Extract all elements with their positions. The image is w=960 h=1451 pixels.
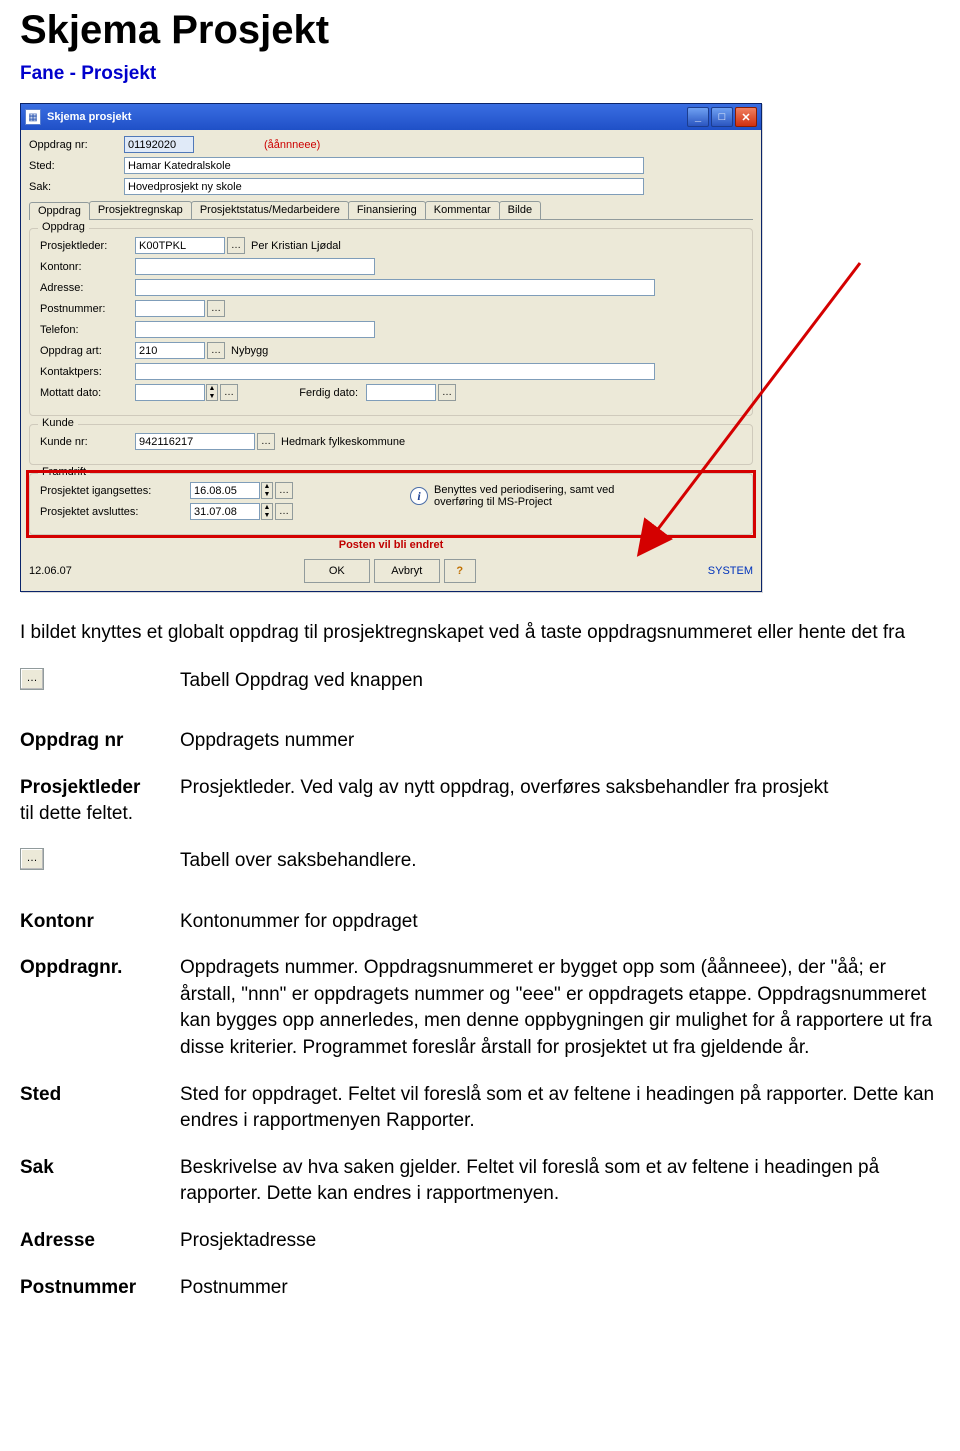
legend-oppdrag: Oppdrag [38,221,89,233]
ferdig-dato-input[interactable] [366,384,436,401]
avbryt-button[interactable]: Avbryt [374,559,440,583]
kundenr-lookup[interactable]: … [257,433,275,450]
footer-system: SYSTEM [708,565,753,577]
mottatt-dato-spinner[interactable]: ▲▼ [206,384,218,401]
def-sted: Sted for oppdraget. Feltet vil foreslå s… [180,1078,940,1151]
legend-kunde: Kunde [38,417,78,429]
sak-input[interactable] [124,178,644,195]
tab-strip: Oppdrag Prosjektregnskap Prosjektstatus/… [29,201,753,220]
term-sted: Sted [20,1078,180,1151]
def-lookup-saksbehandlere: Tabell over saksbehandlere. [180,844,940,905]
label-kontonr: Kontonr: [40,261,135,273]
label-kontaktpers: Kontaktpers: [40,366,135,378]
kontaktpers-input[interactable] [135,363,655,380]
def-kontonr: Kontonummer for oppdraget [180,905,940,952]
definition-table: … Tabell Oppdrag ved knappen Oppdrag nr … [20,664,940,1318]
term-postnummer: Postnummer [20,1271,180,1318]
group-oppdrag: Oppdrag Prosjektleder: … Per Kristian Lj… [29,228,753,416]
oppdrag-art-lookup[interactable]: … [207,342,225,359]
sted-input[interactable] [124,157,644,174]
def-lookup-oppdrag: Tabell Oppdrag ved knappen [180,664,940,725]
window-title: Skjema prosjekt [47,111,685,123]
kundenr-input[interactable] [135,433,255,450]
ok-button[interactable]: OK [304,559,370,583]
tab-kommentar[interactable]: Kommentar [425,201,500,219]
tab-oppdrag[interactable]: Oppdrag [29,202,90,220]
term-prosjektleder: Prosjektleder til dette feltet. [20,771,180,844]
label-sted: Sted: [29,160,124,172]
lookup-icon: … [20,668,44,690]
label-oppdrag-art: Oppdrag art: [40,345,135,357]
oppdrag-art-input[interactable] [135,342,205,359]
def-sak: Beskrivelse av hva saken gjelder. Feltet… [180,1151,940,1224]
tab-name-heading: Fane - Prosjekt [20,63,940,85]
maximize-button[interactable]: □ [711,107,733,127]
tab-bilde[interactable]: Bilde [499,201,541,219]
label-mottatt-dato: Mottatt dato: [40,387,135,399]
tab-finansiering[interactable]: Finansiering [348,201,426,219]
adresse-input[interactable] [135,279,655,296]
oppdrag-art-name: Nybygg [231,345,268,357]
titlebar[interactable]: ▦ Skjema prosjekt _ □ ✕ [21,104,761,130]
footer-date: 12.06.07 [29,565,72,577]
prosjektleder-input[interactable] [135,237,225,254]
tab-prosjektstatus[interactable]: Prosjektstatus/Medarbeidere [191,201,349,219]
def-prosjektleder: Prosjektleder. Ved valg av nytt oppdrag,… [180,771,940,844]
status-message: Posten vil bli endret [29,539,753,551]
label-ferdig-dato: Ferdig dato: [278,387,358,399]
tab-prosjektregnskap[interactable]: Prosjektregnskap [89,201,192,219]
term-sak: Sak [20,1151,180,1224]
label-adresse: Adresse: [40,282,135,294]
label-oppdrag-nr: Oppdrag nr: [29,139,124,151]
label-telefon: Telefon: [40,324,135,336]
kundenr-name: Hedmark fylkeskommune [281,436,405,448]
postnr-lookup[interactable]: … [207,300,225,317]
mottatt-dato-lookup[interactable]: … [220,384,238,401]
window-skjema-prosjekt: ▦ Skjema prosjekt _ □ ✕ Oppdrag nr: (åån… [20,103,762,592]
oppdrag-nr-input[interactable] [124,136,194,153]
term-oppdragnr: Oppdragnr. [20,951,180,1077]
term-oppdrag-nr: Oppdrag nr [20,724,180,771]
label-postnr: Postnummer: [40,303,135,315]
prosjektleder-lookup[interactable]: … [227,237,245,254]
def-oppdragnr: Oppdragets nummer. Oppdragsnummeret er b… [180,951,940,1077]
kontonr-input[interactable] [135,258,375,275]
term-adresse: Adresse [20,1224,180,1271]
prosjektleder-name: Per Kristian Ljødal [251,240,341,252]
oppdrag-nr-hint: (åånnneee) [264,139,320,151]
ferdig-dato-lookup[interactable]: … [438,384,456,401]
group-kunde: Kunde Kunde nr: … Hedmark fylkeskommune [29,424,753,465]
label-sak: Sak: [29,181,124,193]
close-button[interactable]: ✕ [735,107,757,127]
intro-text: I bildet knyttes et globalt oppdrag til … [20,620,940,646]
page-title: Skjema Prosjekt [20,8,940,53]
minimize-button[interactable]: _ [687,107,709,127]
annotation-red-box [26,470,756,538]
telefon-input[interactable] [135,321,375,338]
term-kontonr: Kontonr [20,905,180,952]
help-button[interactable]: ? [444,559,476,583]
window-icon: ▦ [25,109,41,125]
label-prosjektleder: Prosjektleder: [40,240,135,252]
def-postnummer: Postnummer [180,1271,940,1318]
mottatt-dato-input[interactable] [135,384,205,401]
def-adresse: Prosjektadresse [180,1224,940,1271]
lookup-icon: … [20,848,44,870]
label-kundenr: Kunde nr: [40,436,135,448]
postnr-input[interactable] [135,300,205,317]
def-oppdrag-nr: Oppdragets nummer [180,724,940,771]
